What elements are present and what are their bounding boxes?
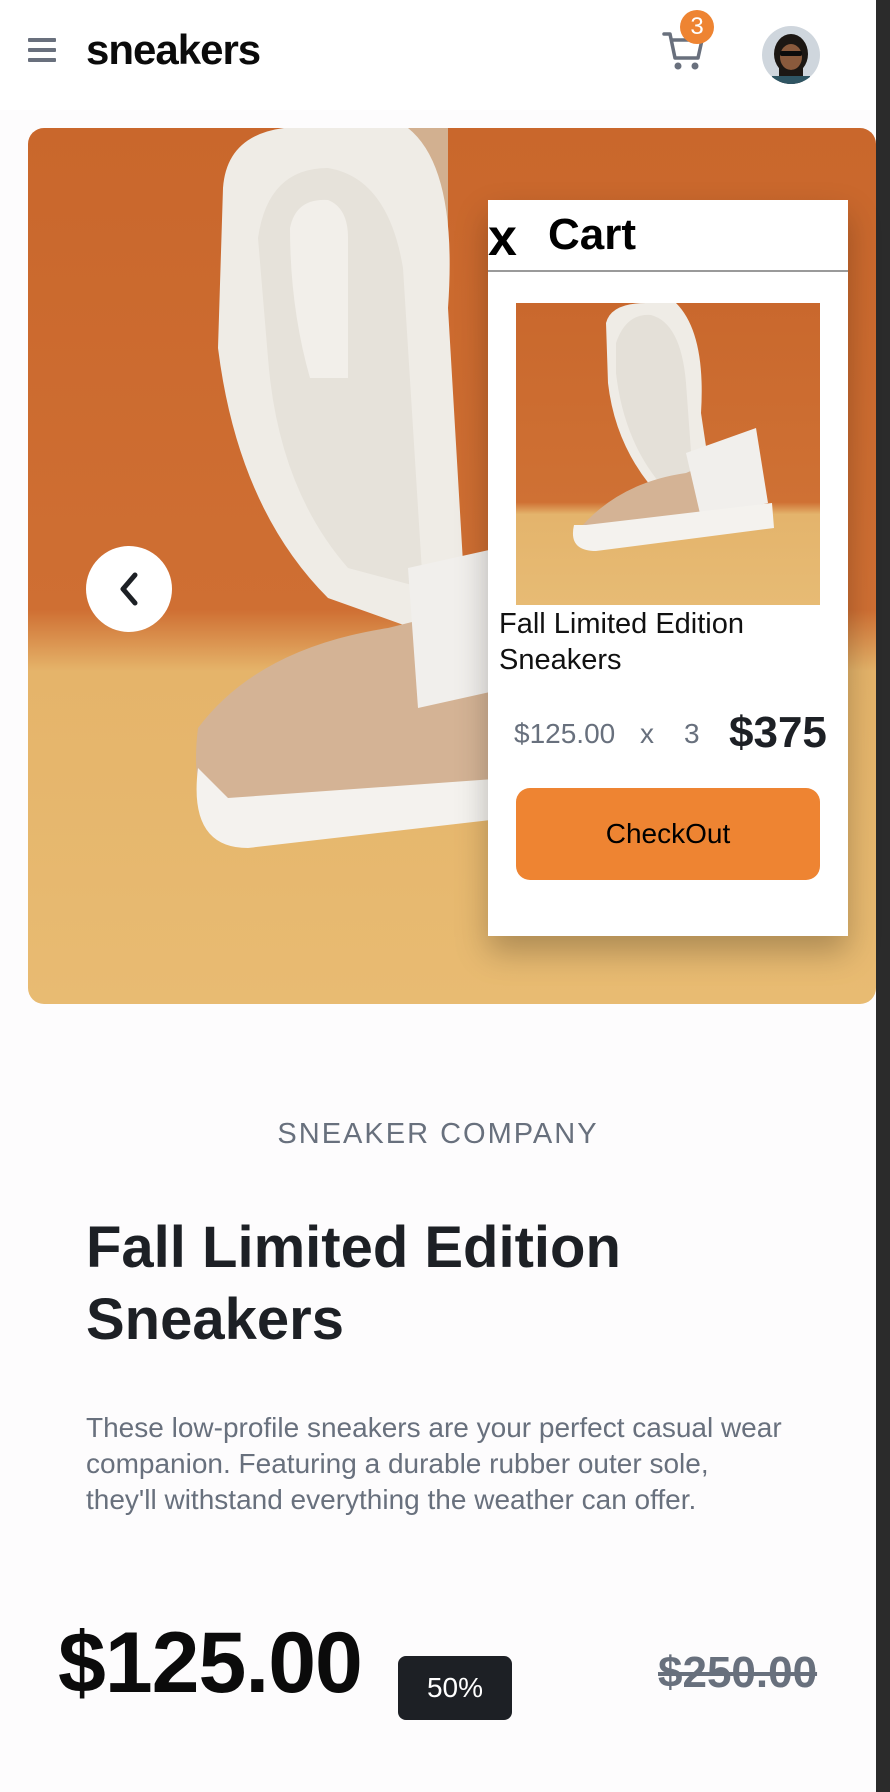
cart-item-quantity: 3 (684, 718, 700, 749)
cart-count-badge: 3 (680, 10, 714, 44)
checkout-button[interactable]: CheckOut (516, 788, 820, 880)
cart-header: x Cart (488, 200, 848, 272)
current-price: $125.00 (58, 1615, 363, 1711)
cart-item-total: $375 (729, 708, 827, 757)
close-icon[interactable]: x (488, 208, 517, 268)
previous-image-button[interactable] (86, 546, 172, 632)
company-label: SNEAKER COMPANY (277, 1118, 599, 1150)
chevron-left-icon (120, 572, 138, 606)
top-nav: sneakers 3 (0, 0, 876, 110)
product-description: These low-profile sneakers are your perf… (86, 1412, 782, 1515)
menu-icon[interactable] (28, 38, 58, 68)
logo: sneakers (86, 26, 261, 73)
cart-item-unit-price: $125.00 (514, 718, 616, 749)
cart-item-multiply: x (640, 718, 654, 749)
product-title: Fall Limited Edition Sneakers (86, 1215, 621, 1352)
discount-badge: 50% (398, 1656, 512, 1720)
scrollbar[interactable] (876, 0, 890, 1792)
avatar[interactable] (762, 26, 820, 84)
original-price: $250.00 (658, 1648, 818, 1697)
cart-popup: x Cart Fall Limited Edition Sneakers $12… (488, 200, 848, 936)
cart-title: Cart (548, 210, 637, 259)
cart-item-name: Fall Limited Edition Sneakers (499, 608, 744, 676)
cart-item-thumbnail (516, 303, 820, 605)
